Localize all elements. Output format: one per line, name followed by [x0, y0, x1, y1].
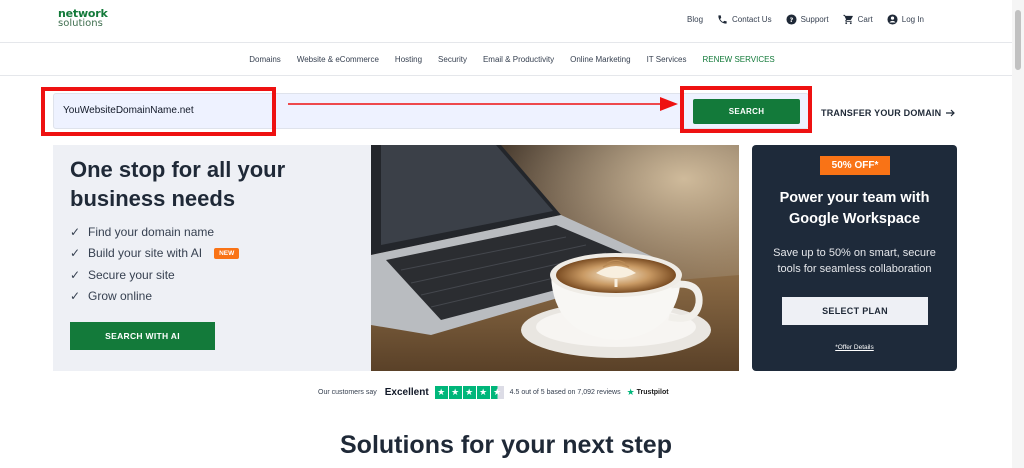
trustpilot-logo: ★ Trustpilot: [627, 387, 669, 398]
contact-link[interactable]: Contact Us: [717, 14, 772, 25]
solutions-heading: Solutions for your next step: [340, 431, 672, 459]
help-icon: ?: [786, 14, 797, 25]
check-icon: ✓: [70, 224, 81, 239]
star-icon: ★: [476, 386, 490, 399]
list-item: ✓ Find your domain name: [70, 221, 239, 243]
svg-text:?: ?: [789, 16, 793, 24]
logo-line2: solutions: [58, 18, 103, 29]
list-item: ✓ Build your site with AI NEW: [70, 243, 240, 265]
star-icon: ★: [434, 386, 448, 399]
hero-feature-list: ✓ Find your domain name ✓ Build your site …: [70, 221, 240, 308]
nav-item-online-marketing[interactable]: Online Marketing: [562, 55, 638, 64]
coffee-laptop-image: [371, 145, 739, 371]
list-item: ✓ Secure your site: [70, 264, 239, 286]
trustpilot-star-icon: ★: [626, 387, 635, 397]
nav-item-email-productivity[interactable]: Email & Productivity: [475, 55, 562, 64]
scrollbar-thumb[interactable]: [1015, 10, 1021, 70]
cart-link[interactable]: Cart: [843, 14, 873, 25]
main-nav: Domains Website & eCommerce Hosting Secu…: [0, 44, 1024, 76]
nav-item-domains[interactable]: Domains: [241, 55, 289, 64]
feature-label: Grow online: [88, 289, 153, 304]
account-icon: [887, 14, 898, 25]
transfer-domain-link[interactable]: TRANSFER YOUR DOMAIN: [821, 108, 956, 118]
cart-label: Cart: [857, 15, 873, 24]
trustpilot-widget[interactable]: Our customers say Excellent ★ ★ ★ ★ ★ 4.…: [318, 386, 669, 399]
network-solutions-logo[interactable]: network solutions: [58, 8, 108, 29]
star-icon: ★: [462, 386, 476, 399]
nav-item-it-services[interactable]: IT Services: [639, 55, 695, 64]
nav-item-security[interactable]: Security: [430, 55, 475, 64]
trust-prefix: Our customers say: [318, 389, 377, 396]
annotation-arrow: [288, 97, 678, 111]
nav-item-renew-services[interactable]: RENEW SERVICES: [694, 55, 782, 64]
hero-card: One stop for all your business needs ✓ Fi…: [53, 145, 371, 371]
google-workspace-promo: 50% OFF* Power your team with Google Wor…: [752, 145, 957, 371]
feature-label: Secure your site: [88, 267, 175, 282]
select-plan-button[interactable]: SELECT PLAN: [782, 297, 928, 325]
star-icon: ★: [448, 386, 462, 399]
nav-item-website-ecommerce[interactable]: Website & eCommerce: [289, 55, 387, 64]
cart-icon: [843, 14, 853, 25]
rating-word: Excellent: [384, 387, 429, 398]
promo-description: Save up to 50% on smart, secure tools fo…: [773, 247, 936, 275]
login-label: Log In: [901, 15, 924, 24]
check-icon: ✓: [70, 267, 81, 282]
top-header: network solutions Blog Contact Us ? Supp…: [0, 0, 1024, 43]
trustpilot-brand: Trustpilot: [636, 389, 669, 396]
promo-title: Power your team with Google Workspace: [779, 190, 930, 227]
blog-label: Blog: [687, 15, 704, 24]
hero-title: One stop for all your business needs: [70, 157, 286, 211]
transfer-label: TRANSFER YOUR DOMAIN: [821, 108, 942, 118]
new-badge: NEW: [214, 247, 240, 259]
contact-label: Contact Us: [732, 15, 772, 24]
rating-stars: ★ ★ ★ ★ ★: [434, 386, 504, 399]
annotation-box-input: [41, 87, 276, 136]
feature-label: Build your site with AI: [88, 246, 203, 261]
page-scrollbar[interactable]: [1012, 0, 1024, 468]
check-icon: ✓: [70, 289, 81, 304]
login-link[interactable]: Log In: [887, 14, 924, 25]
phone-icon: [718, 15, 727, 24]
rating-text: 4.5 out of 5 based on 7,092 reviews: [509, 389, 621, 396]
feature-label: Find your domain name: [88, 224, 215, 239]
search-with-ai-button[interactable]: SEARCH WITH AI: [70, 322, 215, 350]
blog-link[interactable]: Blog: [687, 15, 703, 24]
annotation-box-search: [680, 86, 812, 133]
half-star-icon: ★: [490, 386, 504, 399]
discount-badge: 50% OFF*: [820, 156, 890, 175]
nav-item-hosting[interactable]: Hosting: [387, 55, 430, 64]
utility-nav: Blog Contact Us ? Support Cart Log In: [687, 14, 924, 25]
list-item: ✓ Grow online: [70, 286, 239, 308]
check-icon: ✓: [70, 246, 81, 261]
support-link[interactable]: ? Support: [786, 14, 829, 25]
offer-details-link[interactable]: *Offer Details: [752, 344, 957, 351]
support-label: Support: [800, 15, 829, 24]
arrow-right-icon: [946, 109, 956, 117]
